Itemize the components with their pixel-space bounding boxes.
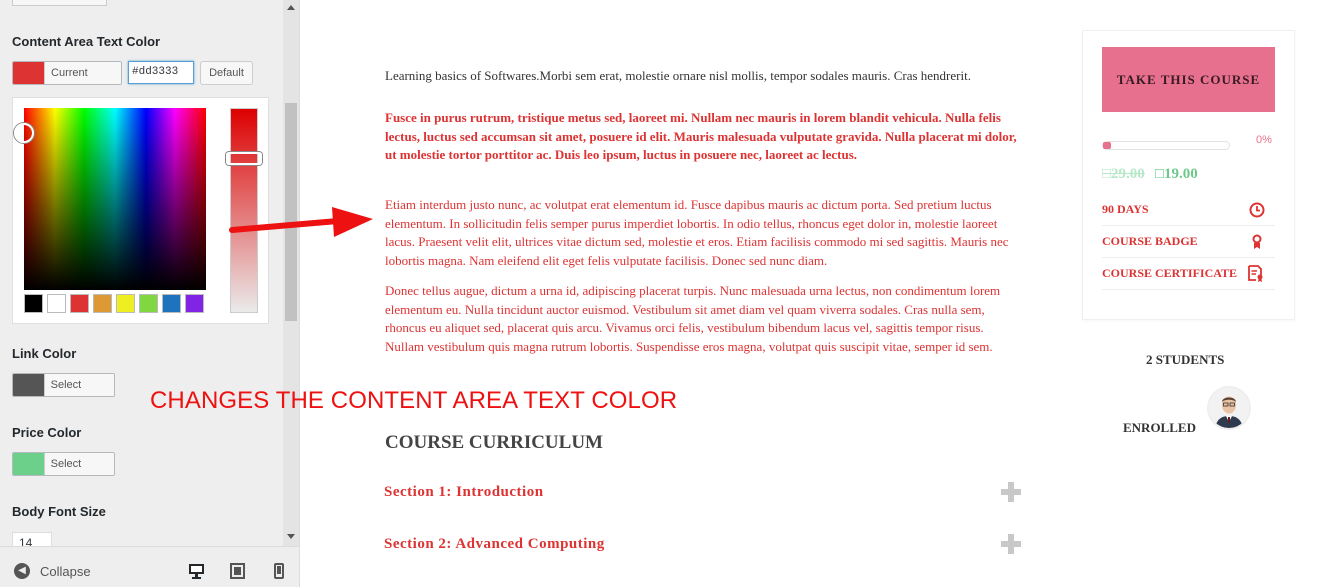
price-color-title: Price Color: [12, 425, 82, 440]
take-this-course-button[interactable]: TAKE THIS COURSE: [1102, 47, 1275, 112]
mobile-preview-icon[interactable]: [274, 563, 284, 579]
collapse-icon[interactable]: ◀: [14, 563, 30, 579]
color-picker-handle[interactable]: [14, 123, 34, 143]
student-avatar[interactable]: [1207, 386, 1251, 430]
palette-swatch[interactable]: [162, 294, 181, 313]
expand-plus-icon[interactable]: [1001, 534, 1021, 554]
customizer-panel: Content Area Text Color Current Color #d…: [0, 0, 300, 587]
curriculum-section-1[interactable]: Section 1: Introduction: [384, 484, 544, 501]
link-color-swatch: [13, 374, 44, 396]
duration-label: 90 DAYS: [1102, 202, 1149, 216]
course-progress-bar: [1102, 141, 1230, 150]
expand-plus-icon[interactable]: [1001, 482, 1021, 502]
current-color-button[interactable]: Current Color: [12, 61, 122, 85]
price-color-swatch: [13, 453, 44, 475]
palette-swatch[interactable]: [185, 294, 204, 313]
original-price: □29.00: [1102, 166, 1145, 182]
badge-icon: [1252, 234, 1262, 249]
hex-color-input[interactable]: #dd3333: [128, 61, 194, 84]
palette-swatch[interactable]: [70, 294, 89, 313]
tablet-preview-icon[interactable]: [230, 563, 245, 579]
desktop-preview-icon[interactable]: [188, 563, 205, 579]
content-area-text-color-title: Content Area Text Color: [12, 34, 161, 49]
collapse-button[interactable]: Collapse: [40, 564, 91, 579]
current-color-swatch: [13, 62, 45, 84]
badge-label: COURSE BADGE: [1102, 234, 1198, 248]
certificate-label: COURSE CERTIFICATE: [1102, 266, 1238, 280]
annotation-arrow-icon: [229, 207, 373, 237]
certificate-icon: [1248, 265, 1263, 282]
course-progress-fill: [1103, 142, 1111, 149]
meta-row-duration: 90 DAYS: [1102, 194, 1275, 226]
default-color-button[interactable]: Default: [200, 61, 253, 85]
palette-swatch[interactable]: [93, 294, 112, 313]
palette-swatch[interactable]: [139, 294, 158, 313]
hue-slider-handle[interactable]: [226, 152, 262, 165]
description-paragraph-3: Etiam interdum justo nunc, ac volutpat e…: [385, 197, 1009, 268]
price-select-color-label: Select Color: [43, 453, 114, 475]
sale-price: □19.00: [1155, 166, 1198, 182]
previous-control-stub: [12, 0, 107, 6]
link-color-button[interactable]: Select Color: [12, 373, 115, 397]
palette-swatch[interactable]: [24, 294, 43, 313]
saturation-value-area[interactable]: [24, 108, 206, 290]
current-color-label: Current Color: [44, 62, 121, 84]
description-paragraph-1: Learning basics of Softwares.Morbi sem e…: [385, 68, 971, 83]
annotation-label: CHANGES THE CONTENT AREA TEXT COLOR: [150, 387, 678, 414]
students-count: 2 STUDENTS: [1146, 352, 1225, 367]
curriculum-section-2[interactable]: Section 2: Advanced Computing: [384, 536, 605, 553]
body-font-size-title: Body Font Size: [12, 504, 106, 519]
course-progress-label: 0%: [1256, 134, 1272, 146]
description-paragraph-2: Fusce in purus rutrum, tristique metus s…: [385, 110, 1017, 162]
customizer-footer: ◀ Collapse: [0, 546, 299, 587]
link-select-color-label: Select Color: [43, 374, 114, 396]
clock-icon: [1249, 202, 1265, 218]
meta-row-certificate: COURSE CERTIFICATE: [1102, 258, 1275, 290]
enrolled-label: ENROLLED: [1123, 420, 1196, 435]
scroll-down-icon[interactable]: [287, 534, 295, 539]
palette-swatch[interactable]: [116, 294, 135, 313]
price-color-button[interactable]: Select Color: [12, 452, 115, 476]
student-avatar-icon: [1209, 388, 1249, 428]
curriculum-title: COURSE CURRICULUM: [385, 432, 603, 453]
palette-swatch[interactable]: [47, 294, 66, 313]
description-paragraph-4: Donec tellus augue, dictum a urna id, ad…: [385, 283, 1001, 354]
link-color-title: Link Color: [12, 346, 77, 361]
scroll-up-icon[interactable]: [287, 5, 295, 10]
meta-row-badge: COURSE BADGE: [1102, 226, 1275, 258]
